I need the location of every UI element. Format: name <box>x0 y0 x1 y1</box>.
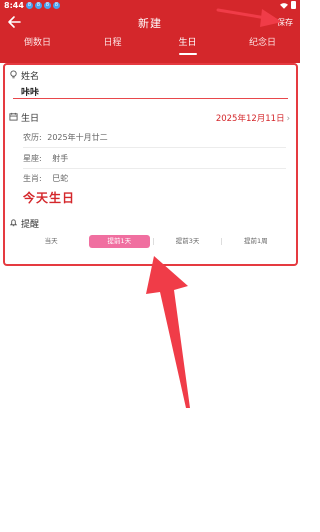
status-time: 8:44 <box>4 1 24 10</box>
tab-countdown[interactable]: 倒数日 <box>0 36 75 56</box>
divider <box>23 147 286 148</box>
today-birthday-text: 今天生日 <box>23 191 76 205</box>
animal-value: 巳蛇 <box>52 174 69 183</box>
chevron-right-icon: › <box>286 114 290 124</box>
divider <box>23 168 286 169</box>
bell-icon <box>9 219 18 227</box>
reminder-same-day[interactable]: 当天 <box>21 235 82 248</box>
birthday-form-card: 姓名 咔咔 生日 2025年12月11日 › 农历: 2025年十月廿二 星座: … <box>3 63 298 266</box>
name-label: 姓名 <box>21 72 40 82</box>
battery-icon <box>291 1 296 9</box>
name-underline <box>13 98 288 99</box>
reminder-1-week-before[interactable]: 提前1周 <box>220 235 286 248</box>
reminder-label: 提醒 <box>21 220 40 230</box>
annotation-arrow-icon <box>146 256 190 408</box>
notification-icon: 8 <box>35 2 42 9</box>
app-header: 8:44 8 8 8 8 新建 保存 倒数日 日程 生日 纪念日 <box>0 0 300 63</box>
name-input[interactable]: 咔咔 <box>21 85 39 98</box>
zodiac-value: 射手 <box>52 154 69 163</box>
lunar-label: 农历: <box>23 133 42 142</box>
notification-icon: 8 <box>44 2 51 9</box>
tab-anniversary[interactable]: 纪念日 <box>225 36 300 56</box>
status-right <box>280 1 296 9</box>
lightbulb-icon <box>10 70 17 79</box>
reminder-1-day-before[interactable]: 提前1天 <box>89 235 150 248</box>
animal-label: 生肖: <box>23 174 42 183</box>
zodiac-label: 星座: <box>23 154 42 163</box>
zodiac-row: 星座: 射手 <box>23 153 68 164</box>
birthday-date-picker[interactable]: 2025年12月11日 › <box>216 112 290 124</box>
lunar-row: 农历: 2025年十月廿二 <box>23 132 108 143</box>
animal-row: 生肖: 巳蛇 <box>23 173 68 184</box>
tab-schedule[interactable]: 日程 <box>75 36 150 56</box>
calendar-icon <box>9 112 18 121</box>
tab-birthday[interactable]: 生日 <box>150 36 225 56</box>
birthday-date: 2025年12月11日 <box>215 114 285 124</box>
tab-bar: 倒数日 日程 生日 纪念日 <box>0 36 300 56</box>
notification-icons: 8 8 8 8 <box>26 2 60 9</box>
page-title: 新建 <box>138 17 162 30</box>
reminder-3-days-before[interactable]: 提前3天 <box>152 235 218 248</box>
status-bar: 8:44 8 8 8 8 <box>0 0 300 11</box>
birthday-label: 生日 <box>21 114 40 124</box>
notification-icon: 8 <box>26 2 33 9</box>
reminder-options: 当天 提前1天 提前3天 提前1周 <box>21 235 286 249</box>
notification-icon: 8 <box>53 2 60 9</box>
lunar-value: 2025年十月廿二 <box>47 133 108 142</box>
wifi-icon <box>280 2 288 9</box>
save-button[interactable]: 保存 <box>277 17 293 28</box>
